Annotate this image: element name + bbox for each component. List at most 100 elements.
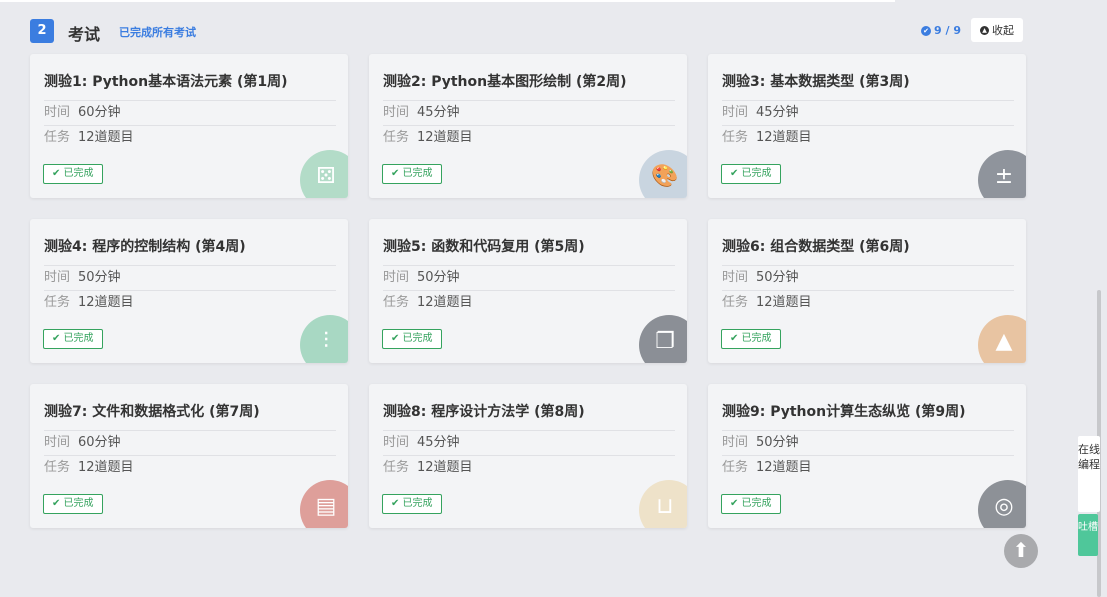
task-value: 12道题目 — [756, 130, 812, 145]
task-value: 12道题目 — [78, 295, 134, 310]
quiz-title[interactable]: 测验3: 基本数据类型 (第3周) — [722, 71, 910, 91]
quiz-time-row: 时间 50分钟 — [722, 265, 1014, 289]
quiz-task-row: 任务 12道题目 — [44, 290, 336, 314]
dice-icon: ⚄ — [300, 150, 348, 198]
time-value: 60分钟 — [78, 435, 121, 450]
completed-badge: ✔ 已完成 — [382, 494, 442, 514]
progress-text: 9 / 9 — [934, 24, 961, 37]
quiz-task-row: 任务 12道题目 — [722, 290, 1014, 314]
progress-indicator: ✔ 9 / 9 — [921, 24, 961, 37]
scroll-to-top-button[interactable]: ⬆ — [1004, 534, 1038, 568]
completed-badge: ✔ 已完成 — [43, 329, 103, 349]
time-label: 时间 — [44, 270, 71, 285]
quiz-card[interactable]: 测验5: 函数和代码复用 (第5周) 时间 50分钟 任务 12道题目 ✔ 已完成 ❐ — [369, 219, 687, 363]
task-label: 任务 — [383, 460, 410, 475]
time-value: 45分钟 — [417, 105, 460, 120]
basket-icon: ⊔ — [639, 480, 687, 528]
completed-badge: ✔ 已完成 — [721, 164, 781, 184]
chevron-up-icon: ▲ — [980, 25, 989, 35]
task-value: 12道题目 — [78, 460, 134, 475]
time-value: 50分钟 — [417, 270, 460, 285]
quiz-title[interactable]: 测验1: Python基本语法元素 (第1周) — [44, 71, 288, 91]
quiz-card[interactable]: 测验7: 文件和数据格式化 (第7周) 时间 60分钟 任务 12道题目 ✔ 已完成 ▤ — [30, 384, 348, 528]
task-label: 任务 — [722, 460, 749, 475]
quiz-card[interactable]: 测验1: Python基本语法元素 (第1周) 时间 60分钟任务 12道题目 ✔ 已完… — [30, 54, 348, 198]
time-label: 时间 — [722, 105, 749, 120]
time-value: 50分钟 — [756, 270, 799, 285]
task-label: 任务 — [44, 460, 71, 475]
time-label: 时间 — [44, 105, 71, 120]
time-label: 时间 — [383, 105, 410, 120]
task-value: 12道题目 — [417, 460, 473, 475]
icon-glyph: ◎ — [994, 493, 1014, 519]
online-coding-tab[interactable]: 在线编程 — [1078, 436, 1100, 512]
task-value: 12道题目 — [756, 460, 812, 475]
task-value: 12道题目 — [417, 130, 473, 145]
section-title: 考试 — [68, 25, 101, 44]
section-subtitle: 已完成所有考试 — [119, 26, 196, 39]
collapse-label: 收起 — [992, 24, 1014, 37]
quiz-time-row: 时间 50分钟 — [383, 265, 675, 289]
icon-glyph: ⚄ — [316, 163, 336, 189]
time-value: 60分钟 — [78, 105, 121, 120]
quiz-task-row: 任务 12道题目 — [44, 125, 336, 149]
calculator-icon: ± — [978, 150, 1026, 198]
quiz-card[interactable]: 测验3: 基本数据类型 (第3周) 时间 45分钟 任务 12道题目 ✔ 已完成 ± — [708, 54, 1026, 198]
time-label: 时间 — [722, 435, 749, 450]
task-label: 任务 — [383, 130, 410, 145]
task-label: 任务 — [722, 130, 749, 145]
windows-icon: ❐ — [639, 315, 687, 363]
quiz-task-row: 任务 12道题目 — [383, 455, 675, 479]
feedback-tab[interactable]: 吐槽 — [1078, 514, 1098, 556]
target-icon: ◎ — [978, 480, 1026, 528]
icon-glyph: ⫶ — [323, 328, 329, 354]
completed-badge: ✔ 已完成 — [382, 164, 442, 184]
collapse-button[interactable]: ▲ 收起 — [971, 18, 1023, 42]
arrow-up-icon: ⬆ — [1012, 538, 1030, 562]
icon-glyph: 🎨 — [651, 163, 679, 189]
quiz-title[interactable]: 测验5: 函数和代码复用 (第5周) — [383, 236, 585, 256]
quiz-title[interactable]: 测验7: 文件和数据格式化 (第7周) — [44, 401, 260, 421]
quiz-task-row: 任务 12道题目 — [44, 455, 336, 479]
quiz-time-row: 时间 50分钟 — [44, 265, 336, 289]
icon-glyph: ▤ — [315, 493, 337, 519]
icon-glyph: ± — [994, 163, 1014, 189]
quiz-time-row: 时间 60分钟 — [44, 100, 336, 124]
task-value: 12道题目 — [417, 295, 473, 310]
task-label: 任务 — [44, 295, 71, 310]
time-label: 时间 — [383, 270, 410, 285]
quiz-task-row: 任务 12道题目 — [722, 125, 1014, 149]
time-value: 45分钟 — [417, 435, 460, 450]
task-label: 任务 — [722, 295, 749, 310]
quiz-card[interactable]: 测验6: 组合数据类型 (第6周) 时间 50分钟 任务 12道题目 ✔ 已完成 ▲ — [708, 219, 1026, 363]
time-label: 时间 — [722, 270, 749, 285]
icon-glyph: ⊔ — [656, 493, 674, 519]
time-label: 时间 — [44, 435, 71, 450]
time-value: 45分钟 — [756, 105, 799, 120]
quiz-time-row: 时间 45分钟 — [383, 100, 675, 124]
quiz-card[interactable]: 测验4: 程序的控制结构 (第4周) 时间 50分钟 任务 12道题目 ✔ 已完成 ⫶ — [30, 219, 348, 363]
time-label: 时间 — [383, 435, 410, 450]
completed-badge: ✔ 已完成 — [43, 164, 103, 184]
quiz-time-row: 时间 45分钟 — [383, 430, 675, 454]
quiz-time-row: 时间 60分钟 — [44, 430, 336, 454]
quiz-card[interactable]: 测验9: Python计算生态纵览 (第9周) 时间 50分钟 任务 12道题目 ✔ 已完… — [708, 384, 1026, 528]
quiz-card[interactable]: 测验2: Python基本图形绘制 (第2周) 时间 45分钟 任务 12道题目 ✔ 已完… — [369, 54, 687, 198]
quiz-title[interactable]: 测验4: 程序的控制结构 (第4周) — [44, 236, 246, 256]
quiz-title[interactable]: 测验8: 程序设计方法学 (第8周) — [383, 401, 585, 421]
quiz-time-row: 时间 50分钟 — [722, 430, 1014, 454]
sliders-icon: ⫶ — [300, 315, 348, 363]
quiz-title[interactable]: 测验6: 组合数据类型 (第6周) — [722, 236, 910, 256]
quiz-task-row: 任务 12道题目 — [383, 125, 675, 149]
task-value: 12道题目 — [756, 295, 812, 310]
quiz-card[interactable]: 测验8: 程序设计方法学 (第8周) 时间 45分钟 任务 12道题目 ✔ 已完成 ⊔ — [369, 384, 687, 528]
quiz-title[interactable]: 测验2: Python基本图形绘制 (第2周) — [383, 71, 627, 91]
completed-badge: ✔ 已完成 — [43, 494, 103, 514]
palette-icon: 🎨 — [639, 150, 687, 198]
icon-glyph: ❐ — [655, 328, 675, 354]
time-value: 50分钟 — [78, 270, 121, 285]
quiz-title[interactable]: 测验9: Python计算生态纵览 (第9周) — [722, 401, 966, 421]
top-divider — [0, 0, 895, 2]
completed-badge: ✔ 已完成 — [721, 329, 781, 349]
completed-badge: ✔ 已完成 — [382, 329, 442, 349]
